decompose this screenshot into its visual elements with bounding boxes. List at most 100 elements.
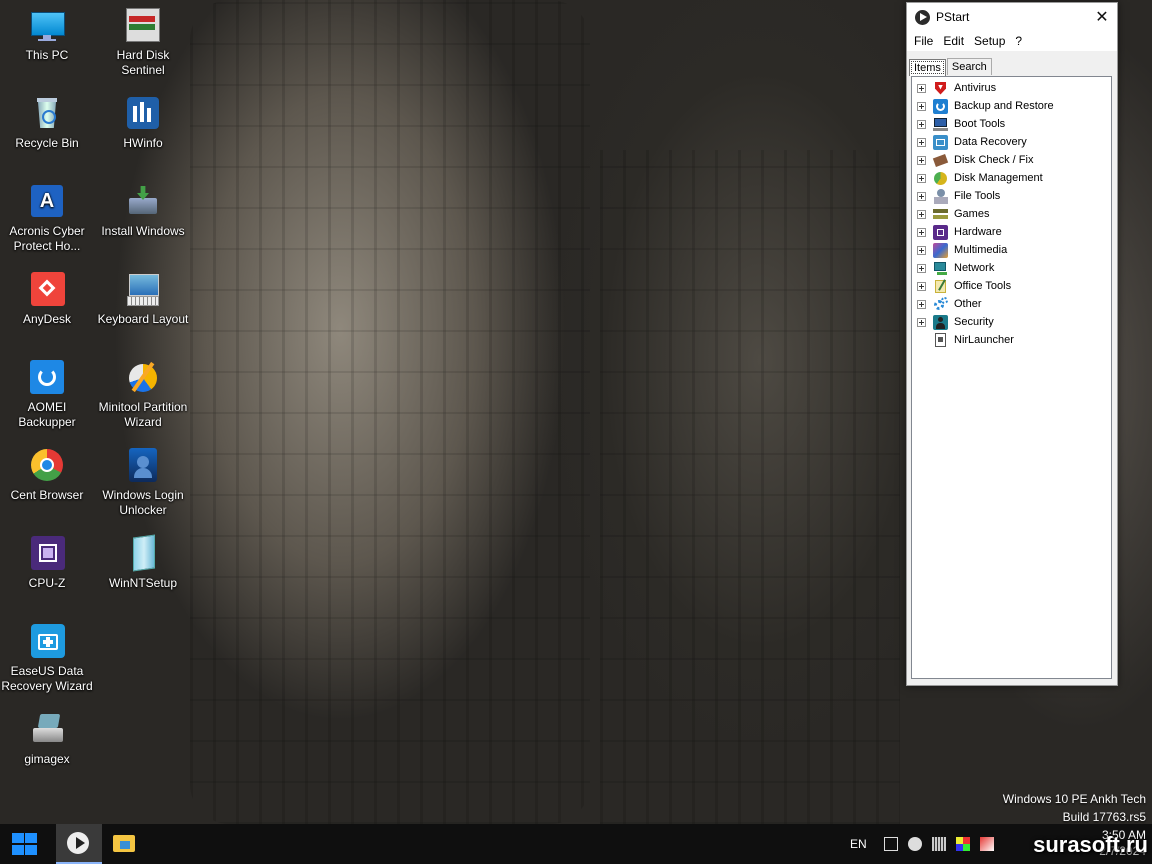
expand-toggle[interactable] bbox=[917, 137, 926, 147]
desktop-icon-acronis[interactable]: A Acronis Cyber Protect Ho... bbox=[1, 184, 93, 254]
office-tools-icon bbox=[933, 278, 948, 294]
tree-item-boot-tools[interactable]: Boot Tools bbox=[912, 115, 1111, 133]
tree-item-data-recovery[interactable]: Data Recovery bbox=[912, 133, 1111, 151]
expand-toggle[interactable] bbox=[917, 155, 926, 165]
expand-toggle[interactable] bbox=[917, 191, 926, 201]
tree-item-label: Other bbox=[954, 298, 982, 310]
desktop-icon-aomei[interactable]: AOMEI Backupper bbox=[1, 360, 93, 430]
expand-toggle[interactable] bbox=[917, 209, 926, 219]
play-triangle-icon bbox=[76, 837, 85, 849]
install-windows-icon bbox=[125, 184, 161, 220]
desktop-icon-label: gimagex bbox=[24, 752, 70, 766]
desktop-icon-login-unlocker[interactable]: Windows Login Unlocker bbox=[97, 448, 189, 518]
backup-icon bbox=[933, 98, 948, 114]
desktop-icon-recycle-bin[interactable]: Recycle Bin bbox=[1, 96, 93, 151]
tree-item-security[interactable]: Security bbox=[912, 313, 1111, 331]
games-icon bbox=[933, 207, 948, 222]
network-tray-icon[interactable] bbox=[883, 837, 898, 851]
desktop-icon-label: Windows Login Unlocker bbox=[102, 488, 184, 517]
tree-item-network[interactable]: Network bbox=[912, 259, 1111, 277]
tree-item-nirlauncher[interactable]: NirLauncher bbox=[912, 331, 1111, 349]
folder-tab-icon bbox=[120, 841, 130, 849]
hard-disk-sentinel-icon bbox=[125, 8, 161, 44]
desktop-icon-easeus[interactable]: EaseUS Data Recovery Wizard bbox=[1, 624, 93, 694]
anydesk-icon bbox=[29, 272, 65, 308]
expand-toggle[interactable] bbox=[917, 263, 926, 273]
wallpaper-column-center bbox=[600, 150, 900, 824]
desktop-icon-this-pc[interactable]: This PC bbox=[1, 8, 93, 63]
file-tools-icon bbox=[933, 188, 948, 204]
desktop-icon-cpu-z[interactable]: CPU-Z bbox=[1, 536, 93, 591]
tree-item-label: Disk Check / Fix bbox=[954, 154, 1034, 166]
aomei-icon bbox=[29, 360, 65, 396]
expand-toggle[interactable] bbox=[917, 281, 926, 291]
desktop-icon-label: HWinfo bbox=[123, 136, 163, 150]
desktop-icon-anydesk[interactable]: AnyDesk bbox=[1, 272, 93, 327]
expand-toggle[interactable] bbox=[917, 227, 926, 237]
computer-icon bbox=[933, 117, 948, 132]
acronis-icon: A bbox=[29, 184, 65, 220]
desktop-icon-label: AnyDesk bbox=[22, 312, 72, 326]
tree-item-file-tools[interactable]: File Tools bbox=[912, 187, 1111, 205]
tab-items[interactable]: Items bbox=[909, 59, 946, 76]
close-button[interactable]: ✕ bbox=[1087, 3, 1117, 31]
menu-file[interactable]: File bbox=[909, 34, 938, 48]
taskbar-pstart-button[interactable] bbox=[56, 824, 102, 864]
tree-item-antivirus[interactable]: Antivirus bbox=[912, 79, 1111, 97]
minitool-icon bbox=[125, 360, 161, 396]
desktop-icon-hwinfo[interactable]: HWinfo bbox=[97, 96, 189, 151]
color-tray-icon[interactable] bbox=[955, 837, 970, 851]
tree-item-disk-check-fix[interactable]: Disk Check / Fix bbox=[912, 151, 1111, 169]
surasoft-watermark: surasoft.ru bbox=[1033, 832, 1148, 857]
tree-item-other[interactable]: Other bbox=[912, 295, 1111, 313]
expand-toggle[interactable] bbox=[917, 245, 926, 255]
expand-toggle[interactable] bbox=[917, 83, 926, 93]
menu-help[interactable]: ? bbox=[1010, 34, 1027, 48]
desktop-icon-label: AOMEI Backupper bbox=[18, 400, 76, 429]
gear-icon bbox=[933, 296, 948, 312]
keyboard-tray-icon[interactable] bbox=[931, 837, 946, 851]
network-icon bbox=[933, 261, 948, 276]
expand-toggle[interactable] bbox=[917, 101, 926, 111]
desktop-icon-keyboard-layout[interactable]: Keyboard Layout bbox=[97, 272, 189, 327]
expand-toggle[interactable] bbox=[917, 317, 926, 327]
cent-browser-icon bbox=[29, 448, 65, 484]
desktop-icon-label: EaseUS Data Recovery Wizard bbox=[1, 664, 93, 693]
desktop-icon-minitool[interactable]: Minitool Partition Wizard bbox=[97, 360, 189, 430]
desktop-icon-label: Recycle Bin bbox=[15, 136, 79, 150]
desktop-icon-label: This PC bbox=[25, 48, 69, 62]
title-bar[interactable]: PStart ✕ bbox=[907, 3, 1117, 31]
desktop-icon-cent-browser[interactable]: Cent Browser bbox=[1, 448, 93, 503]
keyboard-layout-icon bbox=[125, 272, 161, 308]
tree-item-label: Multimedia bbox=[954, 244, 1008, 256]
start-button[interactable] bbox=[10, 832, 40, 856]
desktop-icon-winntsetup[interactable]: WinNTSetup bbox=[97, 534, 189, 591]
tree-item-multimedia[interactable]: Multimedia bbox=[912, 241, 1111, 259]
multimedia-icon bbox=[933, 242, 948, 258]
hwinfo-icon bbox=[125, 96, 161, 132]
tab-search[interactable]: Search bbox=[946, 58, 992, 75]
nirlauncher-icon bbox=[933, 332, 948, 348]
desktop-icon-install-windows[interactable]: Install Windows bbox=[97, 184, 189, 239]
pstart-play-icon bbox=[915, 9, 930, 25]
tree-item-hardware[interactable]: Hardware bbox=[912, 223, 1111, 241]
menu-edit[interactable]: Edit bbox=[938, 34, 969, 48]
wallpaper-column-left bbox=[190, 0, 590, 824]
desktop-icon-gimagex[interactable]: gimagex bbox=[1, 712, 93, 767]
desktop-icon-hard-disk-sentinel[interactable]: Hard Disk Sentinel bbox=[97, 8, 189, 78]
expand-toggle[interactable] bbox=[917, 119, 926, 129]
tree-item-office-tools[interactable]: Office Tools bbox=[912, 277, 1111, 295]
pstart-tray-icon[interactable] bbox=[907, 837, 922, 851]
tree-item-label: File Tools bbox=[954, 190, 1001, 202]
taskbar-file-explorer-button[interactable] bbox=[102, 824, 148, 864]
tree-item-games[interactable]: Games bbox=[912, 205, 1111, 223]
tree-item-disk-management[interactable]: Disk Management bbox=[912, 169, 1111, 187]
tree-item-label: Network bbox=[954, 262, 995, 274]
tree-item-backup-and-restore[interactable]: Backup and Restore bbox=[912, 97, 1111, 115]
expand-toggle[interactable] bbox=[917, 173, 926, 183]
menu-setup[interactable]: Setup bbox=[969, 34, 1010, 48]
language-indicator[interactable]: EN bbox=[850, 837, 867, 851]
expand-toggle[interactable] bbox=[917, 299, 926, 309]
tool-tray-icon[interactable] bbox=[979, 837, 994, 851]
items-tree[interactable]: Antivirus Backup and Restore Boot Tools … bbox=[911, 76, 1112, 679]
